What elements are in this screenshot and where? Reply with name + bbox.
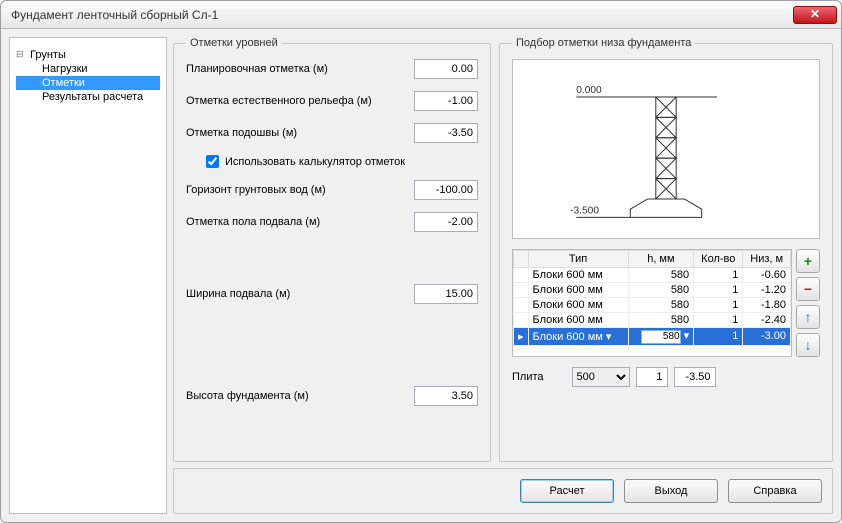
selection-legend: Подбор отметки низа фундамента xyxy=(512,37,695,49)
cell-type: Блоки 600 мм ▾ xyxy=(528,328,628,346)
col-bottom: Низ, м xyxy=(743,251,791,268)
diagram-bottom-label: -3.500 xyxy=(570,205,599,216)
arrow-up-icon: ↑ xyxy=(805,309,812,325)
col-qty: Кол-во xyxy=(694,251,743,268)
arrow-down-icon: ↓ xyxy=(805,337,812,353)
basement-floor-row: Отметка пола подвала (м) xyxy=(186,212,478,232)
diagram-top-label: 0.000 xyxy=(576,85,602,96)
content: Грунты Нагрузки Отметки Результаты расче… xyxy=(1,29,841,522)
cell-type: Блоки 600 мм xyxy=(528,268,628,283)
cell-qty: 1 xyxy=(694,268,743,283)
sole-row: Отметка подошвы (м) xyxy=(186,123,478,143)
basement-floor-input[interactable] xyxy=(414,212,478,232)
exit-button[interactable]: Выход xyxy=(624,479,718,503)
nav-root-soils[interactable]: Грунты xyxy=(16,48,160,62)
table-row[interactable]: ▸Блоки 600 мм ▾ ▾1-3.00 xyxy=(514,328,791,346)
plate-row: Плита 500 xyxy=(512,367,820,387)
cell-type: Блоки 600 мм xyxy=(528,283,628,298)
table-row[interactable]: Блоки 600 мм5801-1.80 xyxy=(514,298,791,313)
close-button[interactable]: ✕ xyxy=(793,6,837,24)
plate-bottom-input[interactable] xyxy=(674,367,716,387)
plate-qty-input[interactable] xyxy=(636,367,668,387)
col-h: h, мм xyxy=(628,251,694,268)
use-calc-row: Использовать калькулятор отметок xyxy=(206,155,478,168)
cell-bottom: -0.60 xyxy=(743,268,791,283)
footer-bar: Расчет Выход Справка xyxy=(173,468,833,514)
move-up-button[interactable]: ↑ xyxy=(796,305,820,329)
relief-label: Отметка естественного рельефа (м) xyxy=(186,95,414,107)
selection-group: Подбор отметки низа фундамента 0.000 -3.… xyxy=(499,37,833,462)
cell-bottom: -1.80 xyxy=(743,298,791,313)
close-icon: ✕ xyxy=(810,7,820,21)
foundation-diagram: 0.000 -3.500 xyxy=(512,59,820,239)
minus-icon: − xyxy=(804,281,812,297)
cell-h: 580 xyxy=(628,313,694,328)
panel-row: Отметки уровней Планировочная отметка (м… xyxy=(173,37,833,462)
calc-button[interactable]: Расчет xyxy=(520,479,614,503)
plate-label: Плита xyxy=(512,371,566,383)
nav-item-levels[interactable]: Отметки xyxy=(16,76,160,90)
gw-label: Горизонт грунтовых вод (м) xyxy=(186,184,414,196)
cell-qty: 1 xyxy=(694,328,743,346)
table-row[interactable]: Блоки 600 мм5801-2.40 xyxy=(514,313,791,328)
found-height-label: Высота фундамента (м) xyxy=(186,390,414,402)
cell-bottom: -2.40 xyxy=(743,313,791,328)
nav-tree: Грунты Нагрузки Отметки Результаты расче… xyxy=(16,48,160,104)
nav-panel: Грунты Нагрузки Отметки Результаты расче… xyxy=(9,37,167,514)
sole-label: Отметка подошвы (м) xyxy=(186,127,414,139)
basement-floor-label: Отметка пола подвала (м) xyxy=(186,216,414,228)
cell-qty: 1 xyxy=(694,313,743,328)
cell-qty: 1 xyxy=(694,298,743,313)
use-calc-checkbox[interactable] xyxy=(206,155,219,168)
cell-h: 580 xyxy=(628,283,694,298)
gw-input[interactable] xyxy=(414,180,478,200)
cell-bottom: -3.00 xyxy=(743,328,791,346)
blocks-table[interactable]: Тип h, мм Кол-во Низ, м Блоки 600 мм5801… xyxy=(512,249,792,357)
table-row[interactable]: Блоки 600 мм5801-1.20 xyxy=(514,283,791,298)
dialog-window: Фундамент ленточный сборный Сл-1 ✕ Грунт… xyxy=(0,0,842,523)
levels-group: Отметки уровней Планировочная отметка (м… xyxy=(173,37,491,462)
planning-input[interactable] xyxy=(414,59,478,79)
add-row-button[interactable]: + xyxy=(796,249,820,273)
nav-item-results[interactable]: Результаты расчета xyxy=(16,90,160,104)
found-height-row: Высота фундамента (м) xyxy=(186,386,478,406)
planning-row: Планировочная отметка (м) xyxy=(186,59,478,79)
move-down-button[interactable]: ↓ xyxy=(796,333,820,357)
table-wrap: Тип h, мм Кол-во Низ, м Блоки 600 мм5801… xyxy=(512,249,820,357)
cell-h: ▾ xyxy=(628,328,694,346)
table-buttons: + − ↑ ↓ xyxy=(796,249,820,357)
help-button[interactable]: Справка xyxy=(728,479,822,503)
sole-input[interactable] xyxy=(414,123,478,143)
found-height-input[interactable] xyxy=(414,386,478,406)
cell-type: Блоки 600 мм xyxy=(528,313,628,328)
col-type: Тип xyxy=(528,251,628,268)
cell-h: 580 xyxy=(628,268,694,283)
relief-row: Отметка естественного рельефа (м) xyxy=(186,91,478,111)
relief-input[interactable] xyxy=(414,91,478,111)
plate-h-select[interactable]: 500 xyxy=(572,367,630,387)
basement-width-row: Ширина подвала (м) xyxy=(186,284,478,304)
cell-h: 580 xyxy=(628,298,694,313)
levels-legend: Отметки уровней xyxy=(186,37,282,49)
cell-bottom: -1.20 xyxy=(743,283,791,298)
gw-row: Горизонт грунтовых вод (м) xyxy=(186,180,478,200)
delete-row-button[interactable]: − xyxy=(796,277,820,301)
basement-width-label: Ширина подвала (м) xyxy=(186,288,414,300)
titlebar: Фундамент ленточный сборный Сл-1 ✕ xyxy=(1,1,841,29)
table-row[interactable]: Блоки 600 мм5801-0.60 xyxy=(514,268,791,283)
window-title: Фундамент ленточный сборный Сл-1 xyxy=(11,8,793,22)
cell-type: Блоки 600 мм xyxy=(528,298,628,313)
basement-width-input[interactable] xyxy=(414,284,478,304)
use-calc-label: Использовать калькулятор отметок xyxy=(225,156,405,168)
nav-item-loads[interactable]: Нагрузки xyxy=(16,62,160,76)
plus-icon: + xyxy=(804,253,812,269)
cell-qty: 1 xyxy=(694,283,743,298)
planning-label: Планировочная отметка (м) xyxy=(186,63,414,75)
right-column: Отметки уровней Планировочная отметка (м… xyxy=(173,37,833,514)
